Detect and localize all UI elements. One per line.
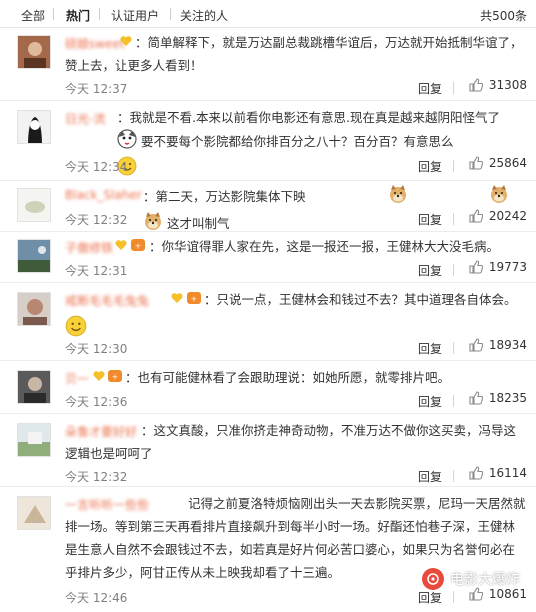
avatar[interactable]	[17, 423, 51, 457]
tab-divider	[170, 8, 171, 20]
reply-button[interactable]: 回复	[418, 340, 442, 357]
like-button[interactable]: 16114	[469, 466, 527, 480]
reply-button[interactable]: 回复	[418, 211, 442, 228]
comment-filter-tabs: 全部 热门 认证用户 关注的人 共500条	[0, 0, 536, 28]
action-divider	[453, 470, 454, 482]
reply-button[interactable]: 回复	[418, 468, 442, 485]
like-button[interactable]: 25864	[469, 156, 527, 170]
doge-emoji-icon	[310, 184, 408, 211]
reply-button[interactable]: 回复	[418, 158, 442, 175]
like-button[interactable]: 18934	[469, 338, 527, 352]
comment-time: 今天 12:32	[65, 213, 128, 227]
avatar[interactable]	[17, 110, 51, 144]
comment-time: 今天 12:30	[65, 342, 128, 356]
tab-divider	[53, 8, 54, 20]
watermark: 电影大爆炸	[422, 568, 520, 590]
comment-time: 今天 12:36	[65, 395, 128, 409]
thumbs-up-icon	[469, 466, 483, 480]
like-button[interactable]: 18235	[469, 391, 527, 405]
comment-text: ：第二天，万达影院集体下映	[143, 189, 306, 204]
like-count: 20242	[488, 209, 527, 223]
thumbs-up-icon	[469, 78, 483, 92]
doge-emoji-icon	[411, 184, 509, 211]
comment-text: ：简单解释下，就是万达副总裁跳槽华谊后，万达就开始抵制华谊了，赞上去，让更多人看…	[65, 35, 523, 73]
watermark-logo-icon	[422, 568, 444, 590]
reply-button[interactable]: 回复	[418, 262, 442, 279]
comment-item: 子傲修铁 + ：你华谊得罪人家在先，这是一报还一报，王健林大大没毛病。 今天 1…	[0, 233, 536, 283]
husky-emoji-icon	[65, 129, 137, 156]
tab-all[interactable]: 全部	[21, 7, 45, 24]
comment-item: Black_Slaher ：第二天，万达影院集体下映 这才叫制气 今天 12:3…	[0, 182, 536, 232]
action-divider	[453, 264, 454, 276]
reply-button[interactable]: 回复	[418, 589, 442, 606]
thumbs-up-icon	[469, 338, 483, 352]
tab-following[interactable]: 关注的人	[180, 7, 228, 24]
comment-text: ：你华谊得罪人家在先，这是一报还一报，王健林大大没毛病。	[149, 239, 500, 254]
comment-time: 今天 12:37	[65, 82, 128, 96]
like-count: 16114	[488, 466, 527, 480]
comment-item: 硕娘sweet ：简单解释下，就是万达副总裁跳槽华谊后，万达就开始抵制华谊了，赞…	[0, 29, 536, 101]
like-count: 18235	[488, 391, 527, 405]
comment-time: 今天 12:46	[65, 591, 128, 605]
action-divider	[453, 213, 454, 225]
tab-verified-users[interactable]: 认证用户	[111, 7, 159, 24]
avatar[interactable]	[17, 188, 51, 222]
comment-text: ：只说一点，王健林会和钱过不去？其中道理各自体会。	[204, 292, 517, 307]
comment-text: ：我就是不看.本来以前看你电影还有意思.现在真是越来越阴阳怪气了	[117, 110, 500, 125]
comment-item: 一言听听一些些 记得之前夏洛特烦恼刚出头一天去影院买票，尼玛一天居然就排一场。等…	[0, 488, 536, 612]
like-button[interactable]: 20242	[469, 209, 527, 223]
comment-time: 今天 12:34	[65, 160, 128, 174]
action-divider	[453, 82, 454, 94]
thumbs-up-icon	[469, 209, 483, 223]
tab-divider	[99, 8, 100, 20]
avatar[interactable]	[17, 496, 51, 530]
tab-hot[interactable]: 热门	[66, 7, 90, 24]
comment-time: 今天 12:31	[65, 264, 128, 278]
comment-total-count: 共500条	[480, 9, 527, 23]
comment-item: 朵鲁才要好好 ：这文真酸，只准你挤走神奇动物，不准万达不做你这买卖，冯导这逻辑也…	[0, 415, 536, 487]
like-count: 25864	[488, 156, 527, 170]
like-button[interactable]: 19773	[469, 260, 527, 274]
reply-button[interactable]: 回复	[418, 393, 442, 410]
avatar[interactable]	[17, 239, 51, 273]
avatar[interactable]	[17, 35, 51, 69]
comment-time: 今天 12:32	[65, 470, 128, 484]
thumbs-up-icon	[469, 156, 483, 170]
comment-text: ：这文真酸，只准你挤走神奇动物，不准万达不做你这买卖，冯导这逻辑也是呵呵了	[65, 423, 517, 461]
reply-button[interactable]: 回复	[418, 80, 442, 97]
avatar[interactable]	[17, 292, 51, 326]
action-divider	[453, 395, 454, 407]
action-divider	[453, 342, 454, 354]
comment-item: 日光-流 ：我就是不看.本来以前看你电影还有意思.现在真是越来越阴阳怪气了 要不…	[0, 102, 536, 181]
like-count: 18934	[488, 338, 527, 352]
comment-item: 戒断毛毛毛兔兔 + ：只说一点，王健林会和钱过不去？其中道理各自体会。 今天 1…	[0, 284, 536, 361]
like-button[interactable]: 31308	[469, 78, 527, 92]
avatar[interactable]	[17, 370, 51, 404]
comment-text: ：也有可能健林看了会跟助理说：如她所愿，就零排片吧。	[125, 370, 451, 385]
comment-item: 贝一 + ：也有可能健林看了会跟助理说：如她所愿，就零排片吧。 今天 12:36…	[0, 362, 536, 414]
thumbs-up-icon	[469, 391, 483, 405]
comment-text-continued: 要不要每个影院都给你排百分之八十？百分百？有意思么	[140, 134, 454, 149]
watermark-label: 电影大爆炸	[450, 572, 520, 588]
action-divider	[453, 160, 454, 172]
action-divider	[453, 591, 454, 603]
comment-text-continued: 这才叫制气	[166, 216, 230, 231]
like-count: 19773	[488, 260, 527, 274]
thumbs-up-icon	[469, 260, 483, 274]
like-count: 31308	[488, 78, 527, 92]
